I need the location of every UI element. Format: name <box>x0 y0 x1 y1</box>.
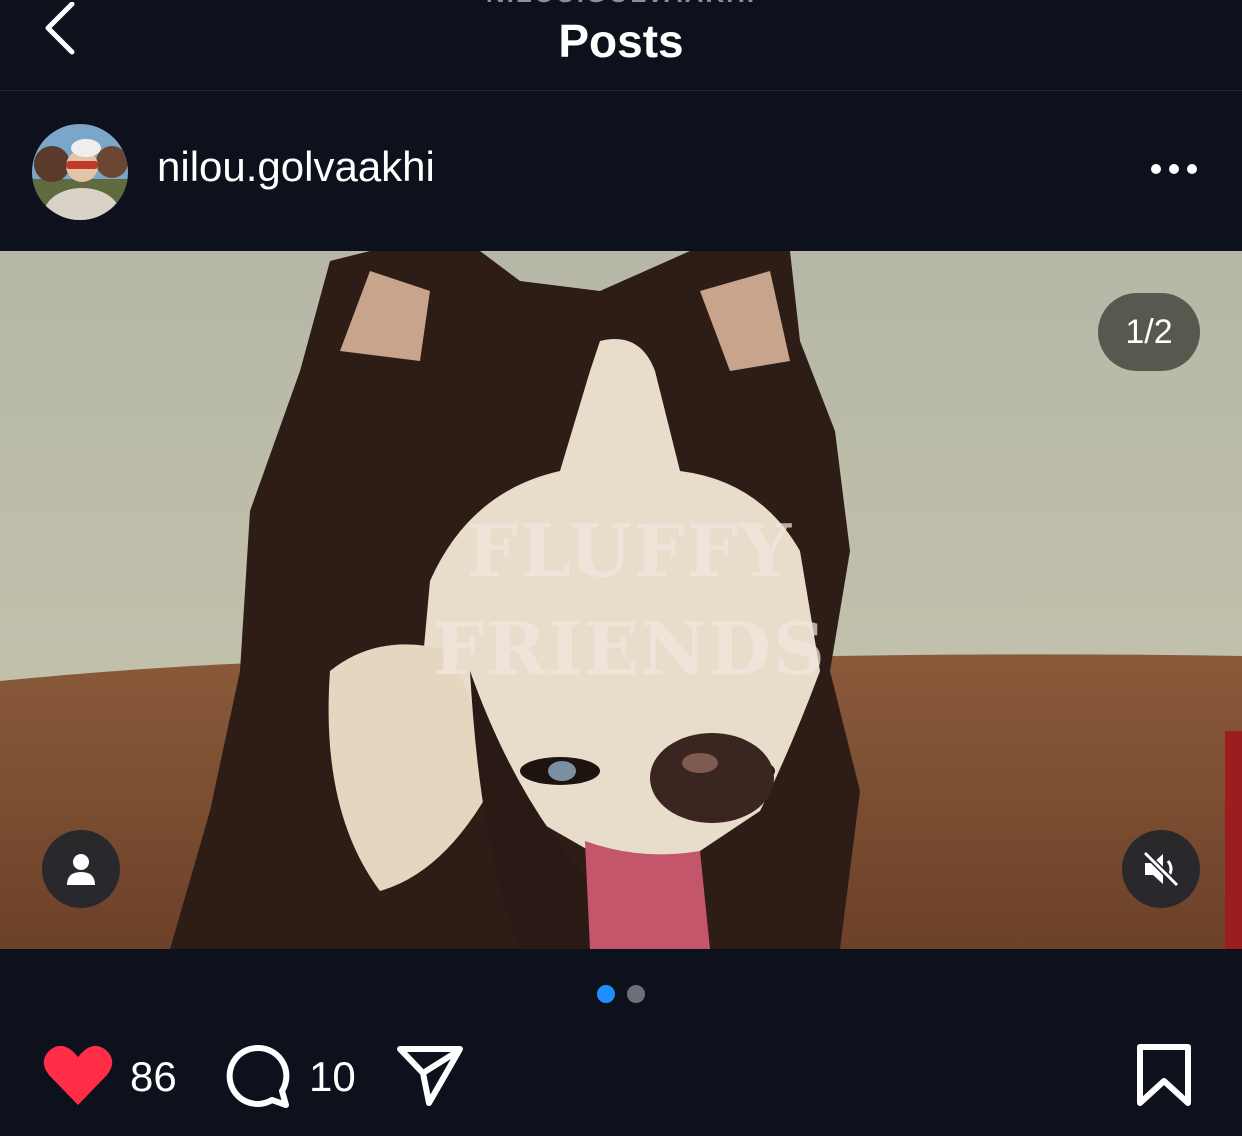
carousel-dot-2[interactable] <box>627 985 645 1003</box>
overlay-text-line1: FLUFFY <box>466 508 794 593</box>
page-title: Posts <box>558 15 684 67</box>
carousel-indicator <box>0 985 1242 1005</box>
husky-photo <box>0 251 1242 949</box>
header-username: NILOU.GOLVAAKHI <box>0 0 1242 9</box>
mute-toggle-button[interactable] <box>1122 830 1200 908</box>
tagged-people-button[interactable] <box>42 830 120 908</box>
comment-icon <box>226 1044 290 1108</box>
post-username[interactable]: nilou.golvaakhi <box>157 143 435 191</box>
like-button[interactable] <box>42 1043 114 1107</box>
media-counter-badge: 1/2 <box>1098 293 1200 371</box>
speaker-muted-icon <box>1142 851 1180 887</box>
comment-button[interactable] <box>226 1043 292 1109</box>
more-horizontal-icon <box>1151 164 1197 174</box>
likes-count[interactable]: 86 <box>130 1053 177 1101</box>
bookmark-icon <box>1137 1044 1191 1106</box>
send-icon <box>397 1046 463 1106</box>
overlay-text-line2: FRIENDS <box>433 606 827 691</box>
post-actions-bar: 86 10 <box>0 1035 1242 1125</box>
more-options-button[interactable] <box>1140 149 1210 189</box>
heart-icon <box>43 1045 113 1105</box>
post-media[interactable]: FLUFFY FRIENDS <box>0 251 1242 949</box>
post-header: nilou.golvaakhi <box>0 91 1242 250</box>
user-tag-icon <box>67 854 95 885</box>
save-button[interactable] <box>1136 1043 1192 1107</box>
avatar-image <box>32 124 128 220</box>
top-bar: NILOU.GOLVAAKHI Posts <box>0 0 1242 91</box>
carousel-dot-1[interactable] <box>597 985 615 1003</box>
comments-count[interactable]: 10 <box>309 1053 356 1101</box>
avatar[interactable] <box>32 124 128 220</box>
share-button[interactable] <box>396 1045 464 1107</box>
